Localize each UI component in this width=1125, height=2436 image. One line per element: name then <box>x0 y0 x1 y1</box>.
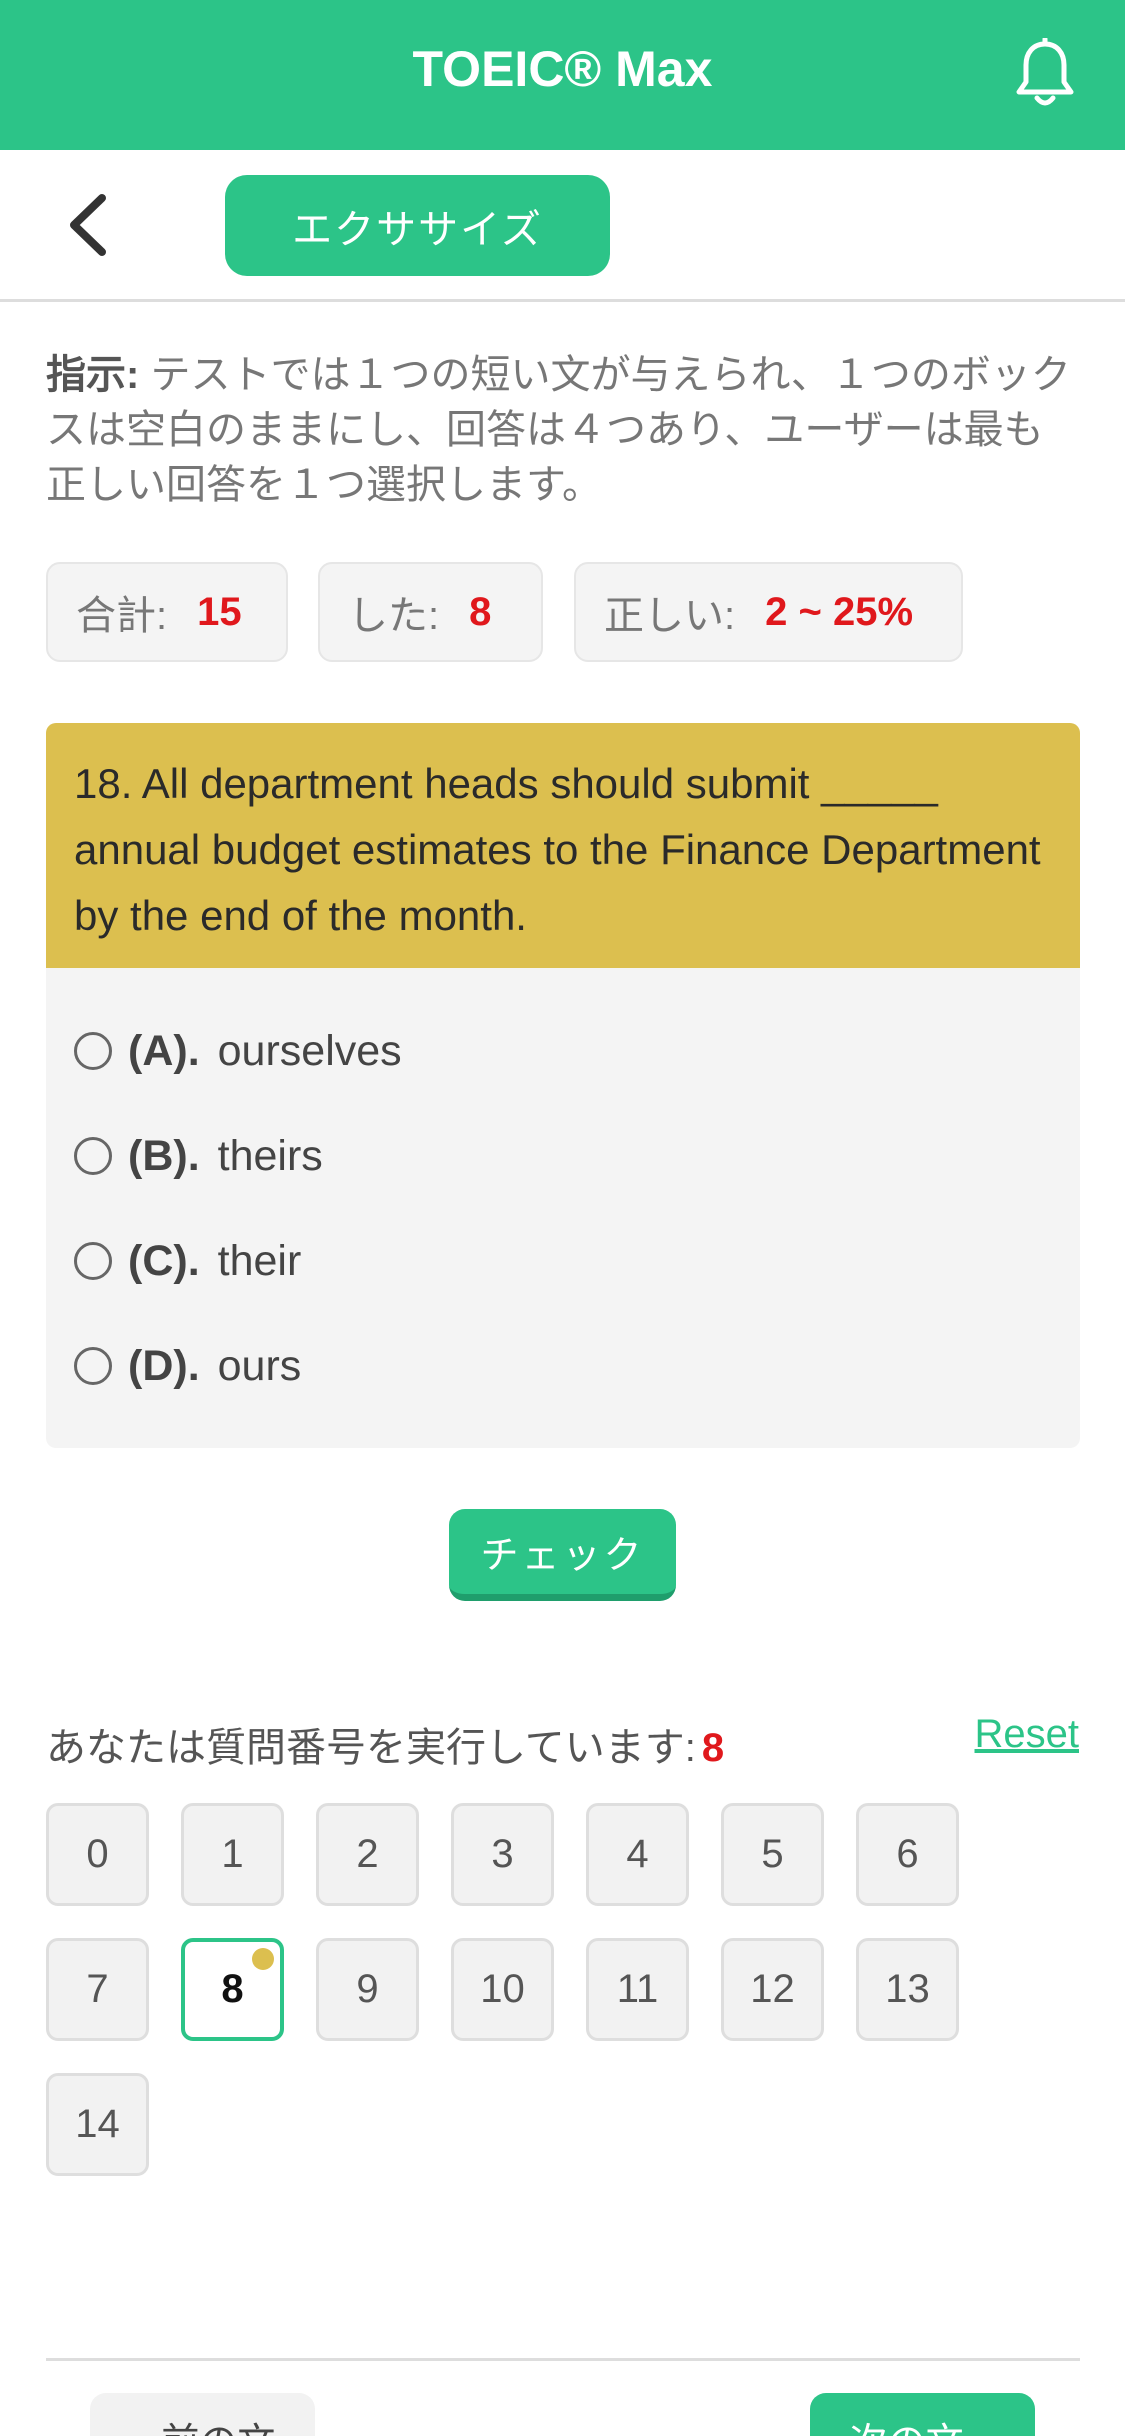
stat-correct: 正しい: 2 ~ 25% <box>574 562 963 662</box>
question-number-button[interactable]: 2 <box>316 1803 419 1906</box>
question-number-button[interactable]: 7 <box>46 1938 149 2041</box>
radio-icon[interactable] <box>74 1347 112 1385</box>
chevron-left-icon[interactable] <box>60 190 120 260</box>
instructions: 指示: テストでは１つの短い文が与えられ、１つのボックスは空白のままにし、回答は… <box>46 348 1081 513</box>
radio-icon[interactable] <box>74 1032 112 1070</box>
stat-done-label: した: <box>348 594 440 638</box>
question-number-button[interactable]: 3 <box>451 1803 554 1906</box>
option-text: theirs <box>217 1131 323 1180</box>
stat-total-value: 15 <box>197 589 242 634</box>
question-number-button[interactable]: 1 <box>181 1803 284 1906</box>
reset-link[interactable]: Reset <box>975 1712 1080 1757</box>
question-number-button[interactable]: 0 <box>46 1803 149 1906</box>
radio-icon[interactable] <box>74 1137 112 1175</box>
bell-icon[interactable] <box>1013 38 1077 110</box>
option-a[interactable]: (A). ourselves <box>74 1021 402 1081</box>
question-card: 18. All department heads should submit _… <box>46 723 1080 1448</box>
radio-icon[interactable] <box>74 1242 112 1280</box>
divider <box>46 2358 1080 2361</box>
stat-done-value: 8 <box>469 589 492 634</box>
option-text: ours <box>217 1341 302 1390</box>
running-label: あなたは質問番号を実行しています: <box>46 1726 696 1770</box>
question-text: 18. All department heads should submit _… <box>46 723 1080 968</box>
option-letter: (C). <box>128 1236 200 1285</box>
option-text: ourselves <box>217 1026 402 1075</box>
app-bar: TOEIC® Max <box>0 0 1125 150</box>
question-number-label: 8 <box>221 1967 244 2011</box>
option-c[interactable]: (C). their <box>74 1231 301 1291</box>
question-number-button[interactable]: 4 <box>586 1803 689 1906</box>
prev-question-button[interactable]: « 前の文 <box>90 2393 315 2436</box>
question-number-button[interactable]: 11 <box>586 1938 689 2041</box>
stat-total-label: 合計: <box>76 594 168 638</box>
check-button[interactable]: チェック <box>449 1509 676 1601</box>
stat-total: 合計: 15 <box>46 562 288 662</box>
instructions-label: 指示: <box>46 353 140 397</box>
instructions-text: テストでは１つの短い文が与えられ、１つのボックスは空白のままにし、回答は４つあり… <box>46 353 1071 507</box>
option-d[interactable]: (D). ours <box>74 1336 301 1396</box>
tab-exercise[interactable]: エクササイズ <box>225 175 610 276</box>
current-question-indicator: あなたは質問番号を実行しています: 8 <box>46 1715 724 1773</box>
question-number-button[interactable]: 13 <box>856 1938 959 2041</box>
question-number-button[interactable]: 6 <box>856 1803 959 1906</box>
question-number-button[interactable]: 9 <box>316 1938 419 2041</box>
sub-header: エクササイズ <box>0 150 1125 302</box>
next-question-button[interactable]: 次の文 » <box>810 2393 1035 2436</box>
stat-correct-label: 正しい: <box>604 594 736 638</box>
question-number-button[interactable]: 14 <box>46 2073 149 2176</box>
option-letter: (B). <box>128 1131 200 1180</box>
current-dot-icon <box>252 1948 274 1970</box>
app-title: TOEIC® Max <box>412 41 713 97</box>
question-number-button[interactable]: 5 <box>721 1803 824 1906</box>
option-letter: (A). <box>128 1026 200 1075</box>
stat-done: した: 8 <box>318 562 543 662</box>
current-question-number: 8 <box>701 1726 725 1770</box>
option-b[interactable]: (B). theirs <box>74 1126 323 1186</box>
option-letter: (D). <box>128 1341 200 1390</box>
question-number-button-active[interactable]: 8 <box>181 1938 284 2041</box>
option-text: their <box>217 1236 302 1285</box>
stat-correct-value: 2 ~ 25% <box>765 589 914 634</box>
question-number-button[interactable]: 10 <box>451 1938 554 2041</box>
question-number-button[interactable]: 12 <box>721 1938 824 2041</box>
